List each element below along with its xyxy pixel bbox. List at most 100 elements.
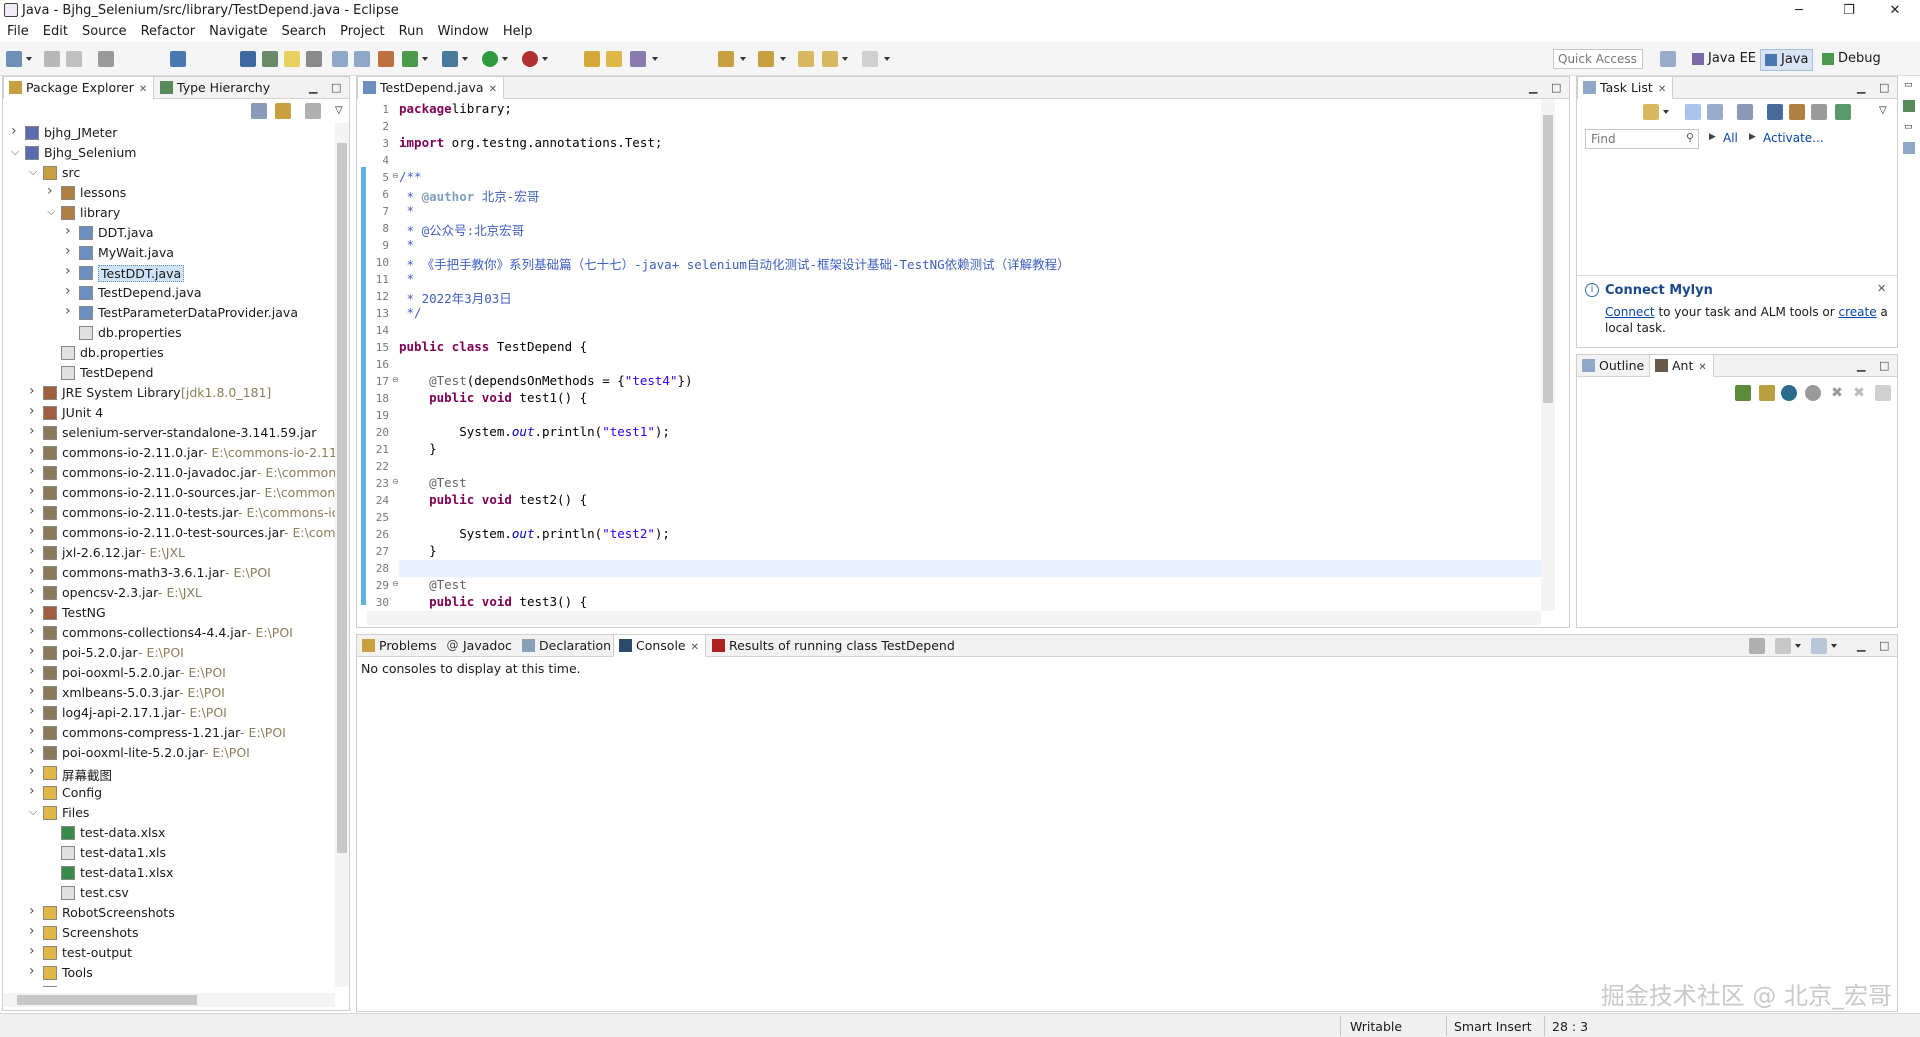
terminal-icon[interactable] <box>170 51 186 67</box>
chevron-right-icon[interactable]: › <box>29 643 39 659</box>
open-type-icon[interactable] <box>584 51 600 67</box>
tree-item[interactable]: › commons-io-2.11.0-sources.jar - E:\comm… <box>3 483 335 503</box>
status-insert-mode[interactable]: Smart Insert <box>1454 1019 1532 1034</box>
tree-item[interactable]: test-data.xlsx <box>3 823 335 843</box>
view-menu-icon[interactable]: ▽ <box>335 105 343 116</box>
chevron-right-icon[interactable]: › <box>29 763 39 779</box>
tree-item[interactable]: › TestDepend.java <box>3 283 335 303</box>
maximize-icon[interactable]: □ <box>331 81 341 94</box>
menu-run[interactable]: Run <box>392 22 431 39</box>
chevron-right-icon[interactable]: › <box>29 663 39 679</box>
chevron-right-icon[interactable]: › <box>29 543 39 559</box>
synchronize-icon[interactable] <box>1789 104 1805 120</box>
tree-item[interactable]: › TestDDT.java <box>3 263 335 283</box>
tree-item[interactable]: db.properties <box>3 343 335 363</box>
chevron-right-icon[interactable]: › <box>29 943 39 959</box>
close-icon[interactable]: ✕ <box>1877 282 1886 295</box>
tree-item[interactable]: › JUnit 4 <box>3 403 335 423</box>
collapse-all-icon[interactable] <box>1811 104 1827 120</box>
tree-item[interactable]: › bjhg_JMeter <box>3 123 335 143</box>
chevron-right-icon[interactable]: › <box>29 403 39 419</box>
code-line[interactable]: @Test(dependsOnMethods = {"test4"}) <box>399 373 692 388</box>
create-link[interactable]: create <box>1839 305 1877 319</box>
tree-item[interactable]: › poi-5.2.0.jar - E:\POI <box>3 643 335 663</box>
restore-icon[interactable]: ▭ <box>1904 122 1913 132</box>
all-tasks-link[interactable]: All <box>1723 131 1738 145</box>
chevron-right-icon[interactable]: › <box>29 383 39 399</box>
menu-project[interactable]: Project <box>333 22 391 39</box>
perspective-debug[interactable]: Debug <box>1818 49 1885 71</box>
remove-icon[interactable]: ✖ <box>1829 385 1845 401</box>
code-line[interactable]: public void test1() { <box>399 390 587 405</box>
maximize-icon[interactable]: □ <box>1879 639 1889 652</box>
chevron-down-icon[interactable]: ⌵ <box>47 205 57 219</box>
editor-vertical-scrollbar[interactable] <box>1541 99 1555 611</box>
minimize-icon[interactable]: ▁ <box>1857 639 1865 652</box>
chevron-right-icon[interactable]: › <box>29 963 39 979</box>
chevron-right-icon[interactable]: › <box>65 243 75 259</box>
tree-item[interactable]: TestDepend <box>3 363 335 383</box>
next-annotation-icon[interactable] <box>718 51 734 67</box>
perspective-java-ee[interactable]: Java EE <box>1688 49 1760 71</box>
focus-icon[interactable] <box>305 103 321 119</box>
code-editor[interactable]: 1 packagelibrary; 2 3 import org.testng.anno… <box>357 99 1569 627</box>
pin-console-icon[interactable] <box>1749 638 1765 654</box>
new-icon[interactable] <box>6 51 22 67</box>
tree-item[interactable]: › DDT.java <box>3 223 335 243</box>
tree-item[interactable]: › commons-math3-3.6.1.jar - E:\POI <box>3 563 335 583</box>
outline-trim-icon[interactable] <box>1903 142 1915 154</box>
close-icon[interactable]: ✕ <box>489 84 497 95</box>
tree-item[interactable]: › xmlbeans-5.0.3.jar - E:\POI <box>3 683 335 703</box>
chevron-right-icon[interactable]: › <box>29 703 39 719</box>
tree-item[interactable]: › log4j-api-2.17.1.jar - E:\POI <box>3 703 335 723</box>
tree-item[interactable]: ⌵ Files <box>3 803 335 823</box>
forward-icon[interactable] <box>862 51 878 67</box>
ant-trim-icon[interactable] <box>1903 100 1915 112</box>
link-with-editor-icon[interactable] <box>275 103 291 119</box>
tree-item[interactable]: ⌵ Bjhg_Selenium <box>3 143 335 163</box>
code-line[interactable]: * 《手把手教你》系列基础篇（七十七）-java+ selenium自动化测试-… <box>399 254 1070 273</box>
tree-item[interactable]: › 屏幕截图 <box>3 763 335 783</box>
tree-item[interactable]: ⌵ library <box>3 203 335 223</box>
code-line[interactable]: */ <box>399 305 422 320</box>
code-line[interactable]: /** <box>399 169 422 184</box>
chevron-right-icon[interactable]: › <box>65 263 75 279</box>
tree-item[interactable]: › JRE System Library [jdk1.8.0_181] <box>3 383 335 403</box>
connect-link[interactable]: Connect <box>1605 305 1655 319</box>
tree-item[interactable]: › commons-io-2.11.0-tests.jar - E:\common… <box>3 503 335 523</box>
menu-edit[interactable]: Edit <box>36 22 75 39</box>
save-icon[interactable] <box>44 51 60 67</box>
maximize-icon[interactable]: □ <box>1879 359 1889 372</box>
chevron-right-icon[interactable]: › <box>65 223 75 239</box>
word-wrap-icon[interactable] <box>354 51 370 67</box>
hide-internal-icon[interactable] <box>1781 385 1797 401</box>
tree-item[interactable]: › Screenshots <box>3 923 335 943</box>
close-icon[interactable]: ✕ <box>1658 84 1666 95</box>
tree-item[interactable]: › poi-ooxml-5.2.0.jar - E:\POI <box>3 663 335 683</box>
save-all-icon[interactable] <box>66 51 82 67</box>
new-task-icon[interactable] <box>1643 104 1659 120</box>
menu-source[interactable]: Source <box>75 22 134 39</box>
chevron-right-icon[interactable]: › <box>29 563 39 579</box>
minimize-icon[interactable]: ▁ <box>1857 81 1865 94</box>
tree-item[interactable]: test.csv <box>3 883 335 903</box>
view-menu-icon[interactable]: ▽ <box>1879 105 1887 116</box>
tree-item[interactable]: › commons-io-2.11.0.jar - E:\commons-io-2… <box>3 443 335 463</box>
chevron-right-icon[interactable]: › <box>29 423 39 439</box>
tree-item[interactable]: › TestNG <box>3 603 335 623</box>
minimize-icon[interactable]: ▁ <box>1529 81 1537 94</box>
display-console-icon[interactable] <box>1775 638 1791 654</box>
menu-window[interactable]: Window <box>431 22 496 39</box>
editor-horizontal-scrollbar[interactable] <box>367 611 1541 625</box>
close-button[interactable]: ✕ <box>1872 0 1918 22</box>
tree-item[interactable]: › MyWait.java <box>3 243 335 263</box>
last-edit-icon[interactable] <box>798 51 814 67</box>
code-line[interactable]: public void test3() { <box>399 594 587 609</box>
tree-item[interactable]: › selenium-server-standalone-3.141.59.jar <box>3 423 335 443</box>
code-line[interactable]: public class TestDepend { <box>399 339 587 354</box>
collapse-all-icon[interactable] <box>1875 385 1891 401</box>
tree-item[interactable]: › commons-compress-1.21.jar - E:\POI <box>3 723 335 743</box>
tab-declaration[interactable]: Declaration <box>517 635 617 657</box>
open-folder-icon[interactable] <box>606 51 622 67</box>
minimize-icon[interactable]: ▁ <box>1857 359 1865 372</box>
